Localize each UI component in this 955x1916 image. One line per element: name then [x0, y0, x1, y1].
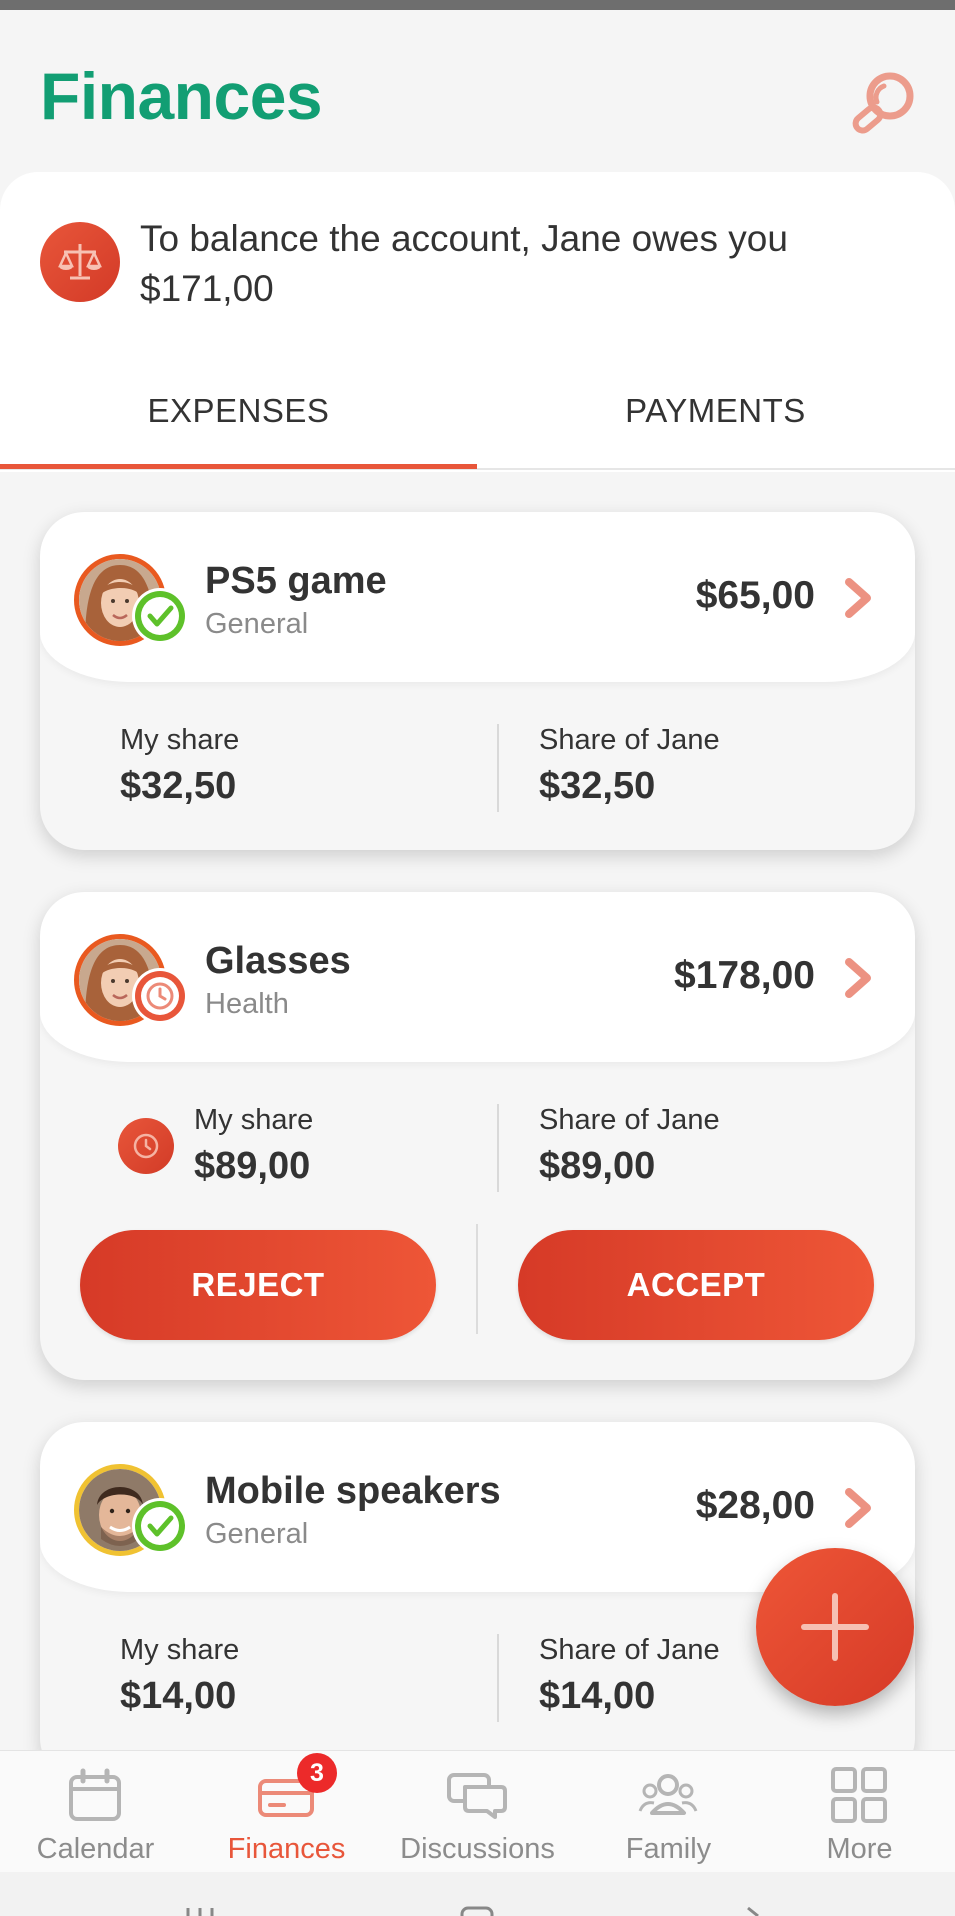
my-share: My share $32,50 — [120, 724, 239, 808]
bottom-navigation: Calendar 3 Finances Discussions Family M… — [0, 1750, 955, 1872]
partner-share-label: Share of Jane — [539, 1634, 720, 1666]
partner-share-value: $14,00 — [539, 1675, 656, 1717]
share-divider — [497, 1634, 499, 1722]
reject-button[interactable]: REJECT — [80, 1230, 436, 1340]
add-expense-button[interactable] — [756, 1548, 914, 1706]
search-icon[interactable] — [846, 66, 920, 140]
plus-icon — [801, 1593, 869, 1661]
nav-label: Finances — [227, 1833, 346, 1865]
my-share-value: $89,00 — [194, 1145, 311, 1187]
pending-clock-icon — [132, 968, 188, 1024]
expense-name: Glasses — [205, 940, 351, 982]
share-divider — [497, 1104, 499, 1192]
partner-share-label: Share of Jane — [539, 724, 720, 756]
expense-amount: $28,00 — [695, 1484, 815, 1527]
pending-clock-icon — [118, 1118, 174, 1174]
chevron-right-icon[interactable] — [843, 1488, 873, 1528]
app-header: Finances — [0, 10, 955, 170]
expense-card[interactable]: PS5 game General $65,00 My share $32,50 … — [40, 512, 915, 850]
chat-icon — [447, 1773, 507, 1819]
expense-category: Health — [205, 988, 289, 1020]
tab-bar: EXPENSES PAYMENTS — [0, 340, 955, 472]
expense-amount: $178,00 — [674, 954, 815, 997]
status-bar — [0, 0, 955, 10]
nav-calendar[interactable]: Calendar — [0, 1751, 191, 1873]
my-share-label: My share — [120, 1634, 240, 1666]
tab-expenses[interactable]: EXPENSES — [0, 392, 477, 430]
expense-card[interactable]: Glasses Health $178,00 My share $89,00 S… — [40, 892, 915, 1380]
nav-discussions[interactable]: Discussions — [382, 1751, 573, 1873]
button-divider — [476, 1224, 478, 1334]
chevron-right-icon[interactable] — [843, 958, 873, 998]
nav-label: Discussions — [400, 1833, 555, 1865]
my-share-value: $32,50 — [120, 765, 237, 807]
active-tab-indicator — [0, 464, 477, 469]
expense-amount: $65,00 — [695, 574, 815, 617]
nav-label: Family — [625, 1833, 712, 1865]
my-share: My share $14,00 — [120, 1634, 239, 1718]
calendar-icon — [69, 1768, 121, 1821]
balance-summary: To balance the account, Jane owes you $1… — [140, 218, 788, 309]
nav-label: Calendar — [36, 1833, 155, 1865]
nav-more[interactable]: More — [764, 1751, 955, 1873]
tab-payments[interactable]: PAYMENTS — [477, 392, 954, 430]
expense-header[interactable]: PS5 game General $65,00 — [40, 512, 915, 682]
partner-share-value: $89,00 — [539, 1145, 656, 1187]
expense-header[interactable]: Glasses Health $178,00 — [40, 892, 915, 1062]
family-icon — [638, 1774, 698, 1815]
my-share: My share $89,00 — [194, 1104, 313, 1188]
share-divider — [497, 724, 499, 812]
expense-category: General — [205, 608, 309, 640]
expense-category: General — [205, 1518, 309, 1550]
accept-button[interactable]: ACCEPT — [518, 1230, 874, 1340]
partner-share: Share of Jane $32,50 — [539, 724, 720, 808]
balance-scale-icon — [40, 222, 120, 302]
system-navigation-bar — [0, 1872, 955, 1916]
chevron-right-icon[interactable] — [843, 578, 873, 618]
notification-badge: 3 — [297, 1753, 337, 1793]
my-share-value: $14,00 — [120, 1675, 237, 1717]
nav-label: More — [826, 1833, 893, 1865]
my-share-label: My share — [194, 1104, 314, 1136]
partner-share: Share of Jane $89,00 — [539, 1104, 720, 1188]
grid-icon — [831, 1767, 887, 1823]
expense-name: PS5 game — [205, 560, 387, 602]
partner-share: Share of Jane $14,00 — [539, 1634, 720, 1718]
partner-share-value: $32,50 — [539, 765, 656, 807]
my-share-label: My share — [120, 724, 240, 756]
accepted-check-icon — [132, 588, 188, 644]
expense-name: Mobile speakers — [205, 1470, 501, 1512]
partner-share-label: Share of Jane — [539, 1104, 720, 1136]
page-title: Finances — [40, 59, 323, 133]
nav-finances[interactable]: 3 Finances — [191, 1751, 382, 1873]
nav-family[interactable]: Family — [573, 1751, 764, 1873]
accepted-check-icon — [132, 1498, 188, 1554]
